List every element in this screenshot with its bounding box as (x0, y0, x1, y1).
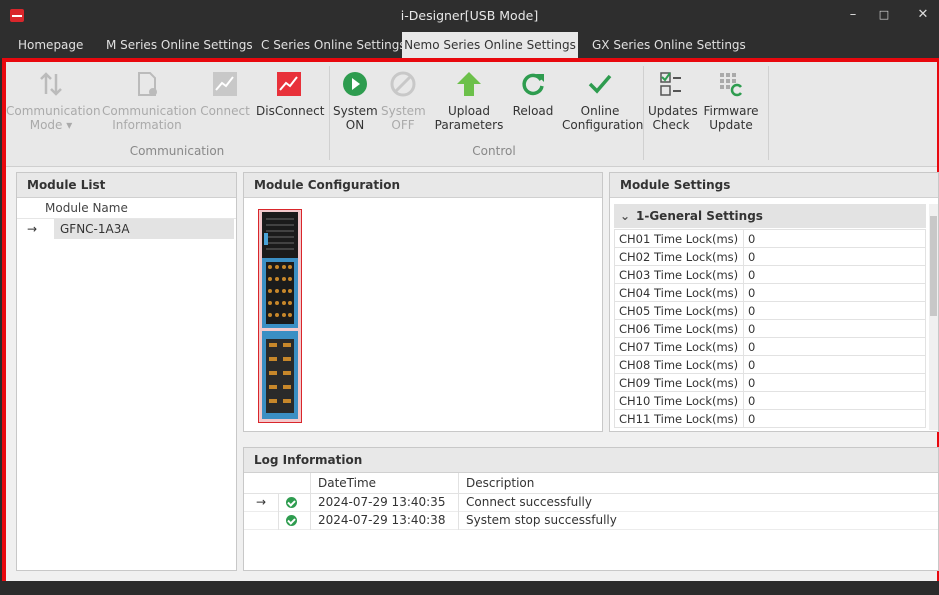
group-label-control: Control (472, 144, 516, 158)
swap-arrows-icon (40, 72, 62, 96)
group-label-communication: Communication (129, 144, 225, 158)
log-datetime: 2024-07-29 13:40:35 (318, 495, 446, 509)
module-configuration-title: Module Configuration (244, 173, 602, 198)
reload-button[interactable]: Reload (508, 70, 558, 118)
minimize-icon[interactable]: – (843, 6, 863, 24)
log-table-header: DateTime Description (244, 473, 938, 494)
stop-icon (390, 71, 416, 97)
log-description: System stop successfully (466, 513, 617, 527)
tab-homepage[interactable]: Homepage (18, 32, 83, 58)
description-column-header: Description (466, 476, 535, 490)
communication-mode-button[interactable]: Communication Mode ▾ (6, 70, 101, 132)
table-row[interactable]: CH02 Time Lock(ms) 0 (614, 247, 926, 266)
close-icon[interactable]: ✕ (913, 6, 933, 24)
log-information-title: Log Information (244, 448, 938, 473)
table-row[interactable]: CH09 Time Lock(ms) 0 (614, 373, 926, 392)
ribbon-divider (329, 66, 330, 160)
system-off-button[interactable]: System OFF (381, 70, 426, 132)
maximize-icon[interactable]: □ (874, 6, 894, 24)
datetime-column-header: DateTime (318, 476, 377, 490)
window-title: i-Designer[USB Mode] (400, 8, 539, 23)
updates-check-button[interactable]: Updates Check (648, 70, 698, 132)
table-row[interactable]: CH01 Time Lock(ms) 0 (614, 229, 926, 248)
module-settings-panel: Module Settings ⌄ 1-General Settings CH01… (609, 172, 939, 432)
main-content: Communication Mode ▾ Communication Infor… (2, 58, 939, 585)
scrollbar-thumb[interactable] (930, 216, 937, 316)
module-list-row[interactable]: → GFNC-1A3A (17, 219, 236, 239)
table-row[interactable]: → 2024-07-29 13:40:35 Connect successful… (244, 494, 938, 512)
disconnect-button[interactable]: DisConnect (256, 70, 324, 118)
chevron-down-icon: ⌄ (619, 209, 631, 223)
log-description: Connect successfully (466, 495, 592, 509)
table-row[interactable]: CH10 Time Lock(ms) 0 (614, 391, 926, 410)
settings-group-header[interactable]: ⌄ 1-General Settings (614, 204, 926, 228)
table-row[interactable]: CH07 Time Lock(ms) 0 (614, 337, 926, 356)
status-bar (0, 581, 939, 595)
column-divider (278, 494, 279, 530)
disconnect-chart-icon (277, 72, 301, 96)
document-gear-icon (138, 72, 157, 96)
module-name-cell: GFNC-1A3A (54, 219, 234, 239)
firmware-grid-icon (720, 73, 742, 97)
tab-bar: Homepage M Series Online Settings C Seri… (0, 32, 939, 58)
settings-scrollbar[interactable] (929, 204, 938, 430)
checklist-icon (660, 72, 681, 96)
title-bar: i-Designer[USB Mode] – □ ✕ (0, 0, 939, 32)
tab-m-series[interactable]: M Series Online Settings (106, 32, 253, 58)
table-row[interactable]: CH05 Time Lock(ms) 0 (614, 301, 926, 320)
table-row[interactable]: CH03 Time Lock(ms) 0 (614, 265, 926, 284)
tab-nemo-series[interactable]: Nemo Series Online Settings (402, 32, 578, 58)
log-datetime: 2024-07-29 13:40:38 (318, 513, 446, 527)
module-device-image[interactable] (258, 209, 302, 423)
system-on-button[interactable]: System ON (333, 70, 378, 132)
module-settings-title: Module Settings (610, 173, 938, 198)
table-row[interactable]: 2024-07-29 13:40:38 System stop successf… (244, 512, 938, 530)
table-row[interactable]: CH04 Time Lock(ms) 0 (614, 283, 926, 302)
table-row[interactable]: CH06 Time Lock(ms) 0 (614, 319, 926, 338)
communication-information-button[interactable]: Communication Information (102, 70, 197, 132)
current-row-arrow: → (27, 222, 38, 236)
column-divider (458, 473, 459, 530)
module-list-panel: Module List Module Name → GFNC-1A3A (16, 172, 237, 571)
ribbon-divider (643, 66, 644, 160)
ribbon-toolbar: Communication Mode ▾ Communication Infor… (6, 62, 937, 167)
reload-icon (522, 73, 544, 96)
success-check-icon (286, 497, 297, 508)
play-icon (343, 72, 367, 96)
table-row[interactable]: CH11 Time Lock(ms) 0 (614, 409, 926, 428)
module-configuration-panel: Module Configuration (243, 172, 603, 432)
tab-c-series[interactable]: C Series Online Settings (261, 32, 406, 58)
firmware-update-button[interactable]: Firmware Update (700, 70, 762, 132)
upload-arrow-icon (457, 72, 481, 96)
online-configuration-button[interactable]: Online Configuration (562, 70, 643, 132)
module-list-title: Module List (17, 173, 236, 198)
current-row-arrow: → (256, 495, 267, 509)
table-row[interactable]: CH08 Time Lock(ms) 0 (614, 355, 926, 374)
success-check-icon (286, 515, 297, 526)
checkmark-icon (588, 74, 612, 94)
connect-chart-icon (213, 72, 237, 96)
ribbon-divider (768, 66, 769, 160)
connect-button[interactable]: Connect (200, 70, 250, 118)
tab-gx-series[interactable]: GX Series Online Settings (592, 32, 746, 58)
settings-table: CH01 Time Lock(ms) 0 CH02 Time Lock(ms) 0 … (614, 229, 926, 428)
upload-parameters-button[interactable]: Upload Parameters (434, 70, 504, 132)
log-information-panel: Log Information DateTime Description → 2… (243, 447, 939, 571)
module-name-header: Module Name (17, 198, 236, 219)
column-divider (310, 473, 311, 530)
